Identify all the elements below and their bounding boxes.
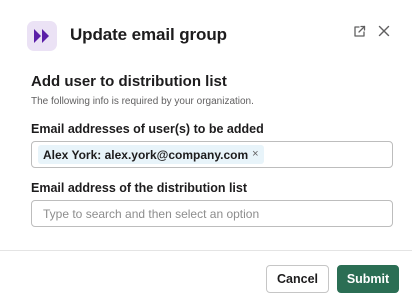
section-description: The following info is required by your o…	[31, 96, 254, 107]
users-multiselect-field[interactable]: Alex York: alex.york@company.com ×	[31, 141, 393, 168]
user-chip-label: Alex York: alex.york@company.com	[43, 147, 249, 162]
modal-header: Update email group	[0, 0, 412, 68]
users-field-label: Email addresses of user(s) to be added	[31, 122, 264, 136]
footer-divider	[0, 250, 412, 251]
fast-forward-icon	[34, 29, 49, 43]
open-in-new-window-button[interactable]	[350, 22, 368, 40]
section-title: Add user to distribution list	[31, 73, 227, 90]
close-button[interactable]	[375, 22, 393, 40]
close-icon	[378, 25, 390, 37]
distribution-list-field	[31, 200, 393, 227]
distribution-list-search-input[interactable]	[32, 201, 392, 226]
submit-button[interactable]: Submit	[337, 265, 399, 293]
distribution-list-field-label: Email address of the distribution list	[31, 181, 248, 195]
open-external-icon	[353, 25, 365, 37]
modal-title: Update email group	[70, 25, 227, 44]
user-chip: Alex York: alex.york@company.com ×	[38, 145, 264, 164]
app-icon	[27, 21, 57, 51]
chip-remove-button[interactable]: ×	[252, 149, 258, 160]
cancel-button[interactable]: Cancel	[266, 265, 329, 293]
